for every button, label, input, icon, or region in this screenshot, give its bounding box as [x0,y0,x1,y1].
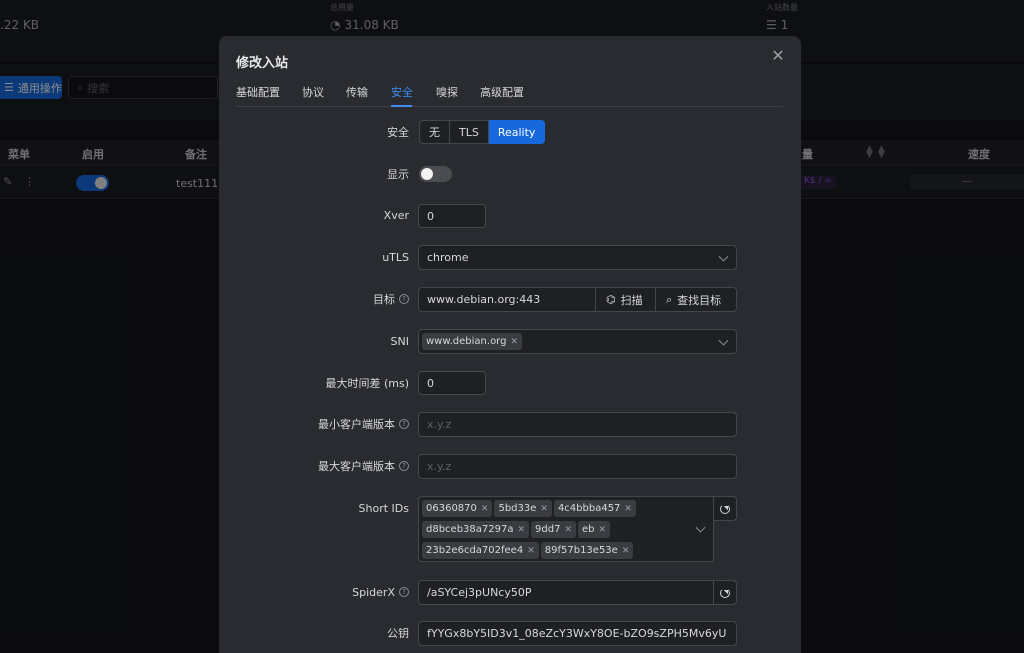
spiderx-input[interactable]: /aSYCej3pUNcy50P [418,580,714,605]
tab-transport[interactable]: 传输 [346,84,368,100]
close-icon[interactable]: ✕ [769,47,787,65]
regenerate-spiderx-button[interactable] [713,580,737,605]
help-icon[interactable]: ? [399,587,409,597]
scan-icon: ⌬ [606,293,616,306]
max-client-version-input[interactable]: x.y.z [418,454,737,479]
edit-inbound-modal: 修改入站 ✕ 基础配置 协议 传输 安全 嗅探 高级配置 安全 无 TLS Re… [219,36,801,653]
short-id-tag: 9dd7 ✕ [531,521,577,538]
tag-close-icon[interactable]: ✕ [510,337,518,347]
tab-sniffing[interactable]: 嗅探 [436,84,458,100]
xver-input[interactable]: 0 [418,204,486,228]
reload-icon [720,503,730,514]
help-icon[interactable]: ? [399,294,409,304]
tag-close-icon[interactable]: ✕ [599,525,607,535]
max-client-version-label: 最大客户端版本? [259,458,409,474]
reload-icon [720,587,730,598]
min-client-version-input[interactable]: x.y.z [418,412,737,437]
short-ids-label: Short IDs [358,501,409,515]
chevron-down-icon [718,251,729,262]
public-key-input[interactable]: fYYGx8bY5ID3v1_08eZcY3WxY8OE-bZO9sZPH5Mv… [418,621,737,646]
tab-security[interactable]: 安全 [391,84,413,100]
tag-close-icon[interactable]: ✕ [622,546,630,556]
xver-label: Xver [383,208,409,222]
help-icon[interactable]: ? [399,461,409,471]
regenerate-short-ids-button[interactable] [713,496,737,521]
sni-tag: www.debian.org ✕ [422,333,523,350]
active-tab-indicator [391,105,412,107]
security-option-none[interactable]: 无 [419,120,450,144]
tag-close-icon[interactable]: ✕ [481,504,489,514]
short-id-tag: d8bceb38a7297a ✕ [422,521,530,538]
short-id-tag: eb ✕ [578,521,611,538]
security-selector: 无 TLS Reality [419,120,546,144]
short-id-tag: 4c4bbba457 ✕ [553,500,636,517]
target-label: 目标? [279,291,409,307]
scan-button[interactable]: ⌬ 扫描 [595,288,656,311]
tag-close-icon[interactable]: ✕ [518,525,526,535]
spiderx-label: SpiderX? [279,584,409,600]
tag-close-icon[interactable]: ✕ [540,504,548,514]
chevron-down-icon [718,335,729,346]
tab-protocol[interactable]: 协议 [302,84,324,100]
security-option-reality[interactable]: Reality [488,120,546,144]
chevron-down-icon [695,522,706,533]
show-toggle[interactable] [419,166,452,182]
max-time-diff-input[interactable]: 0 [418,371,486,395]
target-input[interactable]: www.debian.org:443 ⌬ 扫描 ⌕ 查找目标 [418,287,737,312]
max-time-diff-label: 最大时间差 (ms) [325,377,409,390]
security-label: 安全 [387,126,409,139]
search-icon: ⌕ [666,292,673,306]
utls-select[interactable]: chrome [418,245,737,270]
tab-bar: 基础配置 协议 传输 安全 嗅探 高级配置 [236,83,783,107]
help-icon[interactable]: ? [399,419,409,429]
tag-close-icon[interactable]: ✕ [624,504,632,514]
find-target-button[interactable]: ⌕ 查找目标 [655,288,736,311]
utls-label: uTLS [382,250,409,264]
short-ids-select[interactable]: 06360870 ✕ 5bd33e ✕ 4c4bbba457 ✕ d8bceb38a7… [418,496,714,562]
show-label: 显示 [387,168,409,181]
sni-select[interactable]: www.debian.org ✕ [418,329,737,354]
short-id-tag: 06360870 ✕ [422,500,493,517]
short-id-tag: 89f57b13e53e ✕ [540,542,634,559]
tag-close-icon[interactable]: ✕ [564,525,572,535]
modal-title: 修改入站 [236,56,289,71]
tag-close-icon[interactable]: ✕ [527,546,535,556]
tab-basic[interactable]: 基础配置 [236,84,280,100]
min-client-version-label: 最小客户端版本? [259,416,409,432]
sni-label: SNI [390,334,409,348]
short-id-tag: 23b2e6cda702fee4 ✕ [422,542,539,559]
short-id-tag: 5bd33e ✕ [494,500,552,517]
security-option-tls[interactable]: TLS [450,120,489,144]
tab-advanced[interactable]: 高级配置 [480,84,524,100]
public-key-label: 公钥 [387,627,409,640]
